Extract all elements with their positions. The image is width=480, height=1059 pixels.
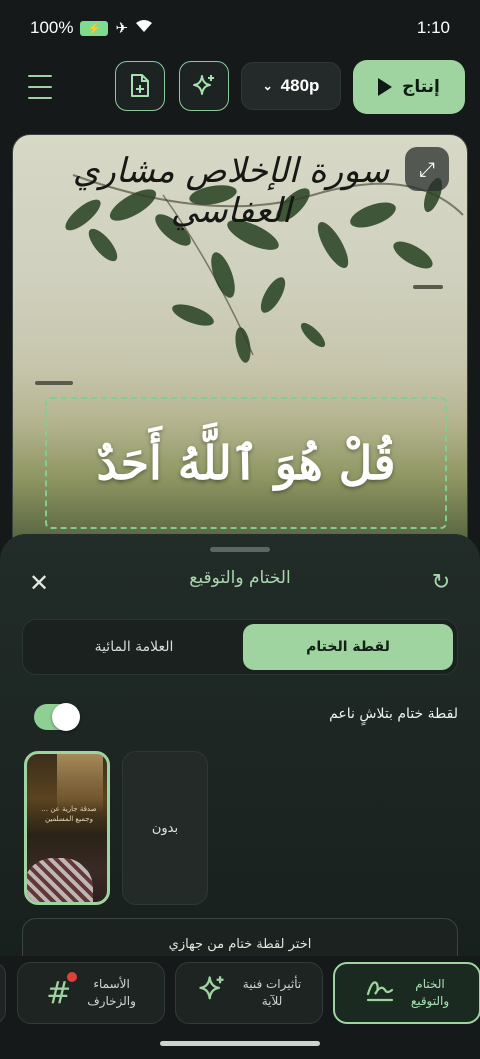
menu-icon-line <box>28 86 52 88</box>
nav-label: الأسماء والزخارف <box>87 977 136 1008</box>
closing-shot-option-selected[interactable]: صدقة جارية عن ... وجميع المسلمين <box>24 751 110 905</box>
video-preview[interactable]: سورة الإخلاص مشاري العفاسي ⤢ قُلْ هُوَ ٱ… <box>12 134 468 554</box>
sheet-drag-handle[interactable] <box>210 547 270 552</box>
verse-text-box[interactable]: قُلْ هُوَ ٱللَّهُ أَحَدٌ <box>45 397 447 529</box>
sparkles-icon <box>193 75 214 95</box>
hashtag-icon: # <box>46 971 78 1011</box>
battery-percent: 100% <box>30 18 74 37</box>
tab-closing-shot[interactable]: لقطة الختام <box>243 624 453 670</box>
app-screen: 100% ⚡ ✈ 1:10 ⌄ 480p إنتاج سورة الإخلاص … <box>0 0 480 1059</box>
none-label: بدون <box>151 820 179 836</box>
status-bar: 100% ⚡ ✈ 1:10 <box>0 0 480 56</box>
ai-magic-button[interactable] <box>179 61 229 111</box>
nav-label: تأثيرات فنية للآية <box>242 977 302 1008</box>
tab-watermark[interactable]: العلامة المائية <box>29 624 239 670</box>
close-icon[interactable]: ✕ <box>26 570 52 596</box>
nav-item-closing-signature[interactable]: الختام والتوقيع <box>333 962 480 1024</box>
fade-toggle[interactable] <box>34 703 80 731</box>
fade-option-label: لقطة ختام بتلاشٍ ناعم <box>329 706 458 722</box>
resolution-select[interactable]: ⌄ 480p <box>241 62 341 110</box>
airplane-mode-icon: ✈ <box>115 20 129 37</box>
bird-silhouette <box>35 381 73 385</box>
sparkles-icon <box>197 974 227 1012</box>
nav-item-names-ornaments[interactable]: # الأسماء والزخارف <box>17 962 165 1024</box>
play-icon <box>378 78 393 96</box>
nav-item-verse-effects[interactable]: تأثيرات فنية للآية <box>175 962 323 1024</box>
expand-button[interactable]: ⤢ <box>405 147 449 191</box>
chevron-down-icon: ⌄ <box>262 79 273 93</box>
closing-shot-option-none[interactable]: بدون <box>122 751 208 905</box>
wifi-icon <box>135 19 153 37</box>
new-file-icon <box>131 74 149 97</box>
produce-button[interactable]: إنتاج <box>353 60 465 114</box>
sheet-title: الختام والتوقيع <box>189 568 291 588</box>
battery-charging-icon: ⚡ <box>80 20 109 36</box>
verse-text: قُلْ هُوَ ٱللَّهُ أَحَدٌ <box>96 436 396 490</box>
signature-icon <box>365 974 395 1012</box>
nav-label: الختام والتوقيع <box>410 977 450 1008</box>
notification-dot <box>67 971 78 982</box>
surah-title-overlay: سورة الإخلاص مشاري العفاسي <box>72 151 390 231</box>
toggle-knob <box>52 703 80 731</box>
new-project-button[interactable] <box>115 61 165 111</box>
nav-item-partial[interactable] <box>0 962 6 1024</box>
home-indicator[interactable] <box>160 1041 320 1046</box>
sheet-tabs: لقطة الختام العلامة المائية <box>22 619 458 675</box>
bird-silhouette <box>413 285 443 289</box>
resolution-value: 480p <box>280 76 320 95</box>
toolbar: ⌄ 480p إنتاج <box>0 58 480 116</box>
status-left: 100% ⚡ ✈ <box>30 18 153 38</box>
reset-icon[interactable]: ↻ <box>428 570 454 596</box>
status-time: 1:10 <box>416 18 450 37</box>
praying-figure-image <box>27 858 93 902</box>
produce-label: إنتاج <box>402 77 440 97</box>
closing-signature-sheet: ✕ الختام والتوقيع ↻ لقطة الختام العلامة … <box>0 534 480 964</box>
menu-icon-line <box>28 97 52 99</box>
menu-button[interactable] <box>22 72 58 102</box>
closing-shot-text: صدقة جارية عن ... وجميع المسلمين <box>41 805 97 823</box>
expand-icon: ⤢ <box>419 157 435 181</box>
menu-icon-line <box>28 75 52 77</box>
bottom-navigation: # الأسماء والزخارف تأثيرات فنية للآية ال… <box>0 956 480 1059</box>
